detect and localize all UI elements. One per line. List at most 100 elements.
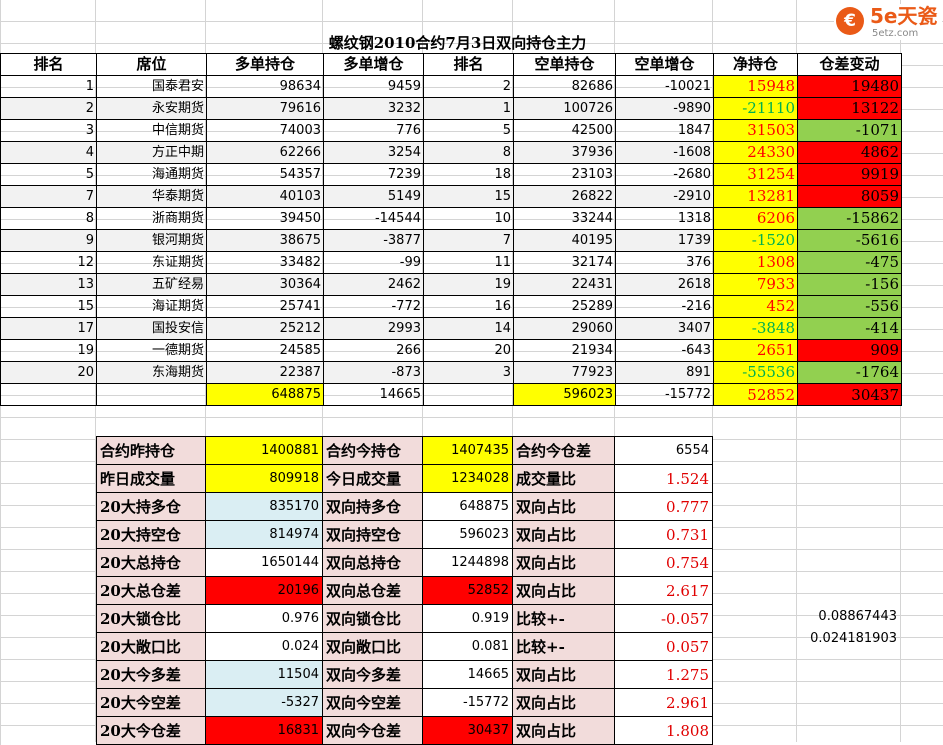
totals-cell-empty[interactable] (423, 383, 514, 406)
short-change-cell[interactable]: -9890 (615, 97, 714, 120)
diff-cell[interactable]: -5616 (797, 229, 902, 252)
summary-label[interactable]: 比较+- (512, 604, 615, 633)
broker-cell[interactable]: 海通期货 (96, 163, 207, 186)
header-cell-net[interactable]: 净持仓 (713, 53, 798, 76)
long-cell[interactable]: 38675 (206, 229, 324, 252)
header-cell-rank2[interactable]: 排名 (423, 53, 514, 76)
short-cell[interactable]: 29060 (513, 317, 616, 340)
broker-cell[interactable]: 东证期货 (96, 251, 207, 274)
broker-cell[interactable]: 国投安信 (96, 317, 207, 340)
diff-cell[interactable]: -15862 (797, 207, 902, 230)
short-cell[interactable]: 22431 (513, 273, 616, 296)
diff-cell[interactable]: -475 (797, 251, 902, 274)
rank-cell[interactable]: 2 (0, 97, 97, 120)
long-cell[interactable]: 98634 (206, 75, 324, 98)
summary-label[interactable]: 20大总仓差 (96, 576, 206, 605)
summary-label[interactable]: 双向占比 (512, 576, 615, 605)
net-cell[interactable]: -1520 (713, 229, 798, 252)
summary-ratio[interactable]: 0.731 (614, 520, 713, 549)
broker-cell[interactable]: 永安期货 (96, 97, 207, 120)
long-change-cell[interactable]: 3232 (323, 97, 424, 120)
rank2-cell[interactable]: 8 (423, 141, 514, 164)
totals-short[interactable]: 596023 (513, 383, 616, 406)
diff-cell[interactable]: -556 (797, 295, 902, 318)
summary-label[interactable]: 20大今空差 (96, 688, 206, 717)
short-change-cell[interactable]: -2910 (615, 185, 714, 208)
summary-label[interactable]: 双向锁仓比 (322, 604, 423, 633)
broker-cell[interactable]: 国泰君安 (96, 75, 207, 98)
header-cell-rank[interactable]: 排名 (0, 53, 97, 76)
broker-cell[interactable]: 海证期货 (96, 295, 207, 318)
summary-value[interactable]: 52852 (422, 576, 513, 605)
rank2-cell[interactable]: 16 (423, 295, 514, 318)
rank2-cell[interactable]: 18 (423, 163, 514, 186)
rank-cell[interactable]: 19 (0, 339, 97, 362)
net-cell[interactable]: 2651 (713, 339, 798, 362)
long-cell[interactable]: 39450 (206, 207, 324, 230)
rank2-cell[interactable]: 15 (423, 185, 514, 208)
diff-cell[interactable]: -156 (797, 273, 902, 296)
rank-cell[interactable]: 12 (0, 251, 97, 274)
long-cell[interactable]: 62266 (206, 141, 324, 164)
long-cell[interactable]: 22387 (206, 361, 324, 384)
short-cell[interactable]: 100726 (513, 97, 616, 120)
broker-cell[interactable]: 一德期货 (96, 339, 207, 362)
long-change-cell[interactable]: -772 (323, 295, 424, 318)
summary-value[interactable]: 835170 (205, 492, 323, 521)
short-change-cell[interactable]: 1318 (615, 207, 714, 230)
broker-cell[interactable]: 华泰期货 (96, 185, 207, 208)
rank-cell[interactable]: 17 (0, 317, 97, 340)
summary-value[interactable]: 814974 (205, 520, 323, 549)
summary-value[interactable]: 14665 (422, 660, 513, 689)
totals-cell-empty[interactable] (0, 383, 97, 406)
summary-label[interactable]: 20大今多差 (96, 660, 206, 689)
broker-cell[interactable]: 五矿经易 (96, 273, 207, 296)
rank2-cell[interactable]: 19 (423, 273, 514, 296)
extra-value-2[interactable]: 0.024181903 (797, 628, 897, 650)
summary-label[interactable]: 双向总持仓 (322, 548, 423, 577)
long-cell[interactable]: 25741 (206, 295, 324, 318)
long-cell[interactable]: 30364 (206, 273, 324, 296)
short-cell[interactable]: 23103 (513, 163, 616, 186)
summary-label[interactable]: 双向占比 (512, 660, 615, 689)
rank-cell[interactable]: 13 (0, 273, 97, 296)
header-cell-long[interactable]: 多单持仓 (206, 53, 324, 76)
net-cell[interactable]: 1308 (713, 251, 798, 274)
summary-value[interactable]: 648875 (422, 492, 513, 521)
summary-ratio[interactable]: 2.961 (614, 688, 713, 717)
header-cell-diff[interactable]: 仓差变动 (797, 53, 902, 76)
summary-label[interactable]: 双向占比 (512, 716, 615, 745)
short-cell[interactable]: 26822 (513, 185, 616, 208)
short-change-cell[interactable]: -2680 (615, 163, 714, 186)
totals-net[interactable]: 52852 (713, 383, 798, 406)
summary-value[interactable]: 1234028 (422, 464, 513, 493)
diff-cell[interactable]: -1071 (797, 119, 902, 142)
long-change-cell[interactable]: 5149 (323, 185, 424, 208)
summary-label[interactable]: 20大锁仓比 (96, 604, 206, 633)
net-cell[interactable]: 7933 (713, 273, 798, 296)
net-cell[interactable]: 31254 (713, 163, 798, 186)
short-cell[interactable]: 37936 (513, 141, 616, 164)
diff-cell[interactable]: -1764 (797, 361, 902, 384)
rank-cell[interactable]: 7 (0, 185, 97, 208)
short-change-cell[interactable]: 1847 (615, 119, 714, 142)
summary-label[interactable]: 双向占比 (512, 548, 615, 577)
rank2-cell[interactable]: 20 (423, 339, 514, 362)
totals-long[interactable]: 648875 (206, 383, 324, 406)
long-change-cell[interactable]: 776 (323, 119, 424, 142)
summary-label[interactable]: 昨日成交量 (96, 464, 206, 493)
net-cell[interactable]: -55536 (713, 361, 798, 384)
short-change-cell[interactable]: 376 (615, 251, 714, 274)
summary-value[interactable]: 1244898 (422, 548, 513, 577)
rank-cell[interactable]: 8 (0, 207, 97, 230)
header-cell-long-change[interactable]: 多单增仓 (323, 53, 424, 76)
net-cell[interactable]: 24330 (713, 141, 798, 164)
summary-label[interactable]: 成交量比 (512, 464, 615, 493)
summary-label[interactable]: 20大持空仓 (96, 520, 206, 549)
short-cell[interactable]: 40195 (513, 229, 616, 252)
short-change-cell[interactable]: 1739 (615, 229, 714, 252)
header-cell-broker[interactable]: 席位 (96, 53, 207, 76)
long-change-cell[interactable]: 3254 (323, 141, 424, 164)
extra-value-1[interactable]: 0.08867443 (797, 606, 897, 628)
long-cell[interactable]: 24585 (206, 339, 324, 362)
